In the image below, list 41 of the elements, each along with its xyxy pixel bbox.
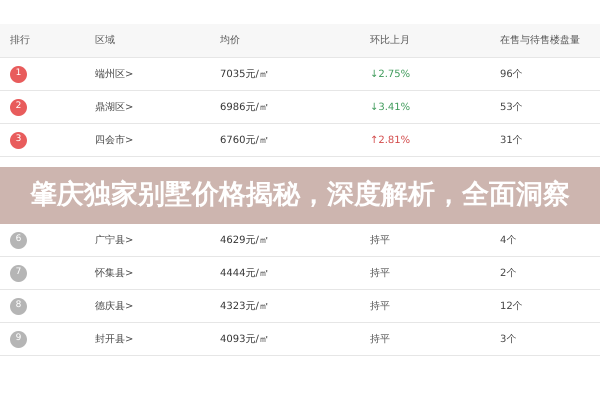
- banner-title: 肇庆独家别墅价格揭秘，深度解析，全面洞察: [30, 178, 570, 212]
- count-cell: 2个: [500, 268, 516, 278]
- price-cell: 6986元/㎡: [220, 102, 269, 112]
- column-header: 区域: [95, 35, 115, 46]
- rank-badge: 2: [10, 98, 27, 116]
- count-cell: 3个: [500, 334, 516, 344]
- count-cell: 4个: [500, 234, 516, 246]
- price-cell: 7035元/㎡: [220, 68, 269, 80]
- count-cell: 53个: [500, 102, 523, 112]
- column-header: 环比上月: [370, 35, 410, 46]
- column-header: 排行: [10, 35, 30, 46]
- region-link[interactable]: 端州区>: [95, 68, 134, 80]
- region-link[interactable]: 封开县>: [95, 334, 134, 344]
- price-cell: 4444元/㎡: [220, 268, 269, 278]
- price-cell: 4093元/㎡: [220, 334, 269, 344]
- change-cell: ↑2.81%: [370, 134, 410, 146]
- rank-badge: 7: [10, 264, 27, 282]
- change-cell: 持平: [370, 234, 390, 246]
- count-cell: 31个: [500, 134, 523, 146]
- price-cell: 6760元/㎡: [220, 134, 269, 146]
- change-cell: ↓2.75%: [370, 68, 410, 80]
- region-link[interactable]: 怀集县>: [95, 268, 134, 278]
- change-cell: 持平: [370, 268, 390, 278]
- column-header: 均价: [220, 35, 240, 46]
- rank-badge: 9: [10, 330, 27, 348]
- count-cell: 96个: [500, 68, 523, 80]
- rank-badge: 3: [10, 132, 27, 148]
- price-cell: 4629元/㎡: [220, 234, 269, 246]
- region-link[interactable]: 广宁县>: [95, 234, 134, 246]
- change-cell: 持平: [370, 334, 390, 344]
- rank-badge: 1: [10, 66, 27, 82]
- region-link[interactable]: 四会市>: [95, 134, 134, 146]
- region-link[interactable]: 鼎湖区>: [95, 102, 134, 112]
- region-link[interactable]: 德庆县>: [95, 300, 134, 312]
- count-cell: 12个: [500, 300, 523, 312]
- change-cell: 持平: [370, 300, 390, 312]
- change-cell: ↓3.41%: [370, 102, 410, 112]
- price-cell: 4323元/㎡: [220, 300, 269, 312]
- rank-badge: 6: [10, 232, 27, 248]
- rank-badge: 8: [10, 298, 27, 314]
- column-header: 在售与待售楼盘量: [500, 35, 580, 46]
